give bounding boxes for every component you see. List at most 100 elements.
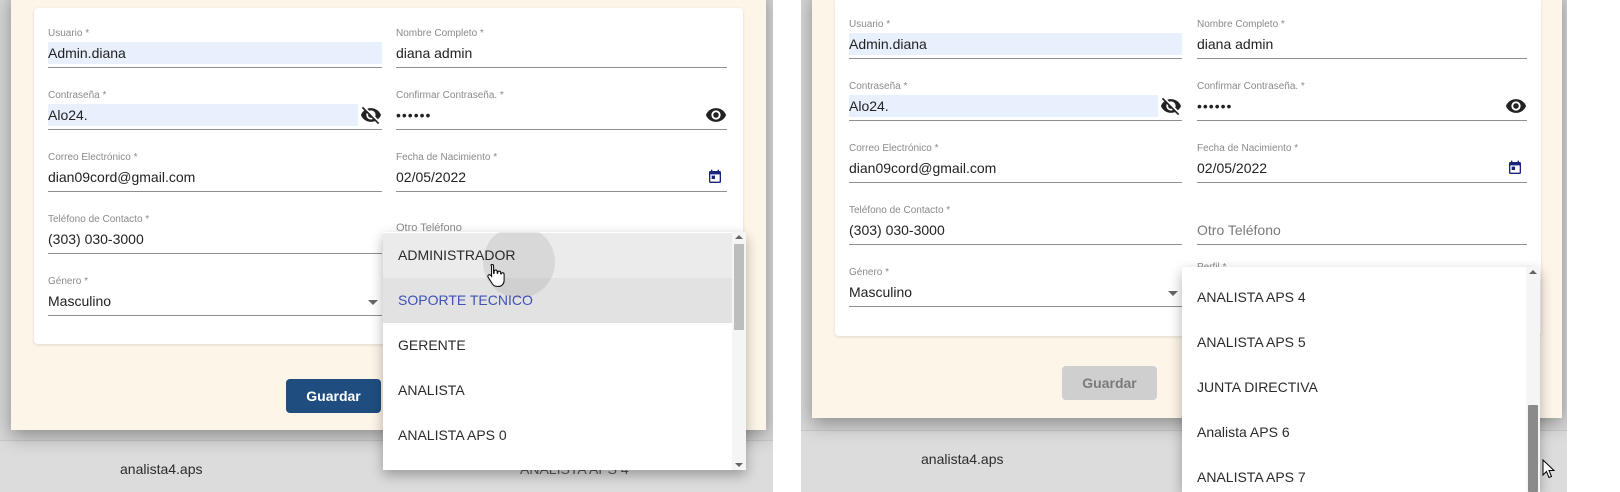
fecha-input[interactable]: 02/05/2022 [1197,157,1527,179]
menu-item-analista-aps-7[interactable]: ANALISTA APS 7 [1182,455,1526,492]
nombre-field[interactable]: Nombre Completo * diana admin [396,28,727,84]
fecha-label: Fecha de Nacimiento * [1197,143,1299,154]
field-underline [849,182,1182,183]
confirmar-input[interactable]: •••••• [1197,95,1503,117]
field-underline [849,244,1182,245]
telefono-input[interactable]: (303) 030-3000 [849,219,1182,241]
nombre-label: Nombre Completo * [1197,19,1285,30]
field-underline [849,306,1182,307]
menu-item-analista-aps-0[interactable]: ANALISTA APS 0 [383,413,732,458]
field-underline [48,191,382,192]
confirmar-field[interactable]: Confirmar Contraseña. * •••••• [396,90,727,146]
telefono-field[interactable]: Teléfono de Contacto * (303) 030-3000 [849,205,1182,261]
genero-label: Género * [849,267,890,278]
fecha-field[interactable]: Fecha de Nacimiento * 02/05/2022 [396,152,727,208]
scrollbar-thumb[interactable] [734,244,744,330]
field-underline [48,67,382,68]
menu-item-analista-aps-4[interactable]: ANALISTA APS 4 [1182,275,1526,320]
genero-field[interactable]: Género * Masculino [849,267,1182,323]
fecha-field[interactable]: Fecha de Nacimiento * 02/05/2022 [1197,143,1527,199]
contrasena-input[interactable]: Alo24. [48,104,358,126]
nombre-input[interactable]: diana admin [396,42,727,64]
confirmar-label: Confirmar Contraseña. * [1197,81,1305,92]
correo-input[interactable]: dian09cord@gmail.com [849,157,1182,179]
menu-item-analista-aps-6[interactable]: Analista APS 6 [1182,410,1526,455]
background-username-cell: analista4.aps [921,451,1004,467]
perfil-dropdown-menu: ADMINISTRADOR SOPORTE TECNICO GERENTE AN… [383,232,746,470]
scroll-down-icon[interactable] [735,463,743,467]
confirmar-field[interactable]: Confirmar Contraseña. * •••••• [1197,81,1527,137]
otro-telefono-input[interactable]: Otro Teléfono [1197,219,1527,241]
nombre-field[interactable]: Nombre Completo * diana admin [1197,19,1527,75]
scroll-up-icon[interactable] [1529,270,1537,274]
calendar-icon[interactable] [1507,160,1523,176]
guardar-button[interactable]: Guardar [1062,366,1157,400]
correo-label: Correo Electrónico * [849,143,939,154]
field-underline [396,191,727,192]
calendar-icon[interactable] [707,169,723,185]
usuario-input[interactable]: Admin.diana [849,33,1182,55]
correo-label: Correo Electrónico * [48,152,138,163]
genero-select[interactable]: Masculino [48,290,382,312]
correo-field[interactable]: Correo Electrónico * dian09cord@gmail.co… [48,152,382,208]
genero-field[interactable]: Género * Masculino [48,276,382,332]
scrollbar-thumb[interactable] [1528,405,1538,492]
correo-input[interactable]: dian09cord@gmail.com [48,166,382,188]
usuario-field[interactable]: Usuario * Admin.diana [849,19,1182,75]
arrow-cursor-icon [1542,459,1556,479]
chevron-down-icon[interactable] [368,300,378,305]
field-underline [849,58,1182,59]
menu-item-administrador[interactable]: ADMINISTRADOR [383,233,732,278]
visibility-off-icon[interactable] [360,104,382,126]
fecha-input[interactable]: 02/05/2022 [396,166,727,188]
otro-telefono-field[interactable]: Otro Teléfono [1197,205,1527,261]
field-underline [396,67,727,68]
field-underline [48,315,382,316]
telefono-input[interactable]: (303) 030-3000 [48,228,382,250]
fecha-label: Fecha de Nacimiento * [396,152,498,163]
correo-field[interactable]: Correo Electrónico * dian09cord@gmail.co… [849,143,1182,199]
genero-select[interactable]: Masculino [849,281,1182,303]
telefono-label: Teléfono de Contacto * [48,214,150,225]
menu-item-soporte-tecnico[interactable]: SOPORTE TECNICO [383,278,732,323]
usuario-input[interactable]: Admin.diana [48,42,382,64]
perfil-dropdown-menu: ANALISTA APS 4 ANALISTA APS 5 JUNTA DIRE… [1182,267,1540,492]
contrasena-label: Contraseña * [849,81,908,92]
visibility-icon[interactable] [1505,95,1527,117]
field-underline [48,129,382,130]
hand-cursor-icon [487,263,505,287]
nombre-label: Nombre Completo * [396,28,484,39]
telefono-label: Teléfono de Contacto * [849,205,951,216]
confirmar-input[interactable]: •••••• [396,104,703,126]
field-underline [1197,244,1527,245]
usuario-label: Usuario * [849,19,891,30]
menu-item-analista-aps-5[interactable]: ANALISTA APS 5 [1182,320,1526,365]
visibility-icon[interactable] [705,104,727,126]
panel-separator [773,0,801,492]
menu-item-analista[interactable]: ANALISTA [383,368,732,413]
field-underline [1197,120,1527,121]
guardar-button[interactable]: Guardar [286,379,381,413]
menu-item-junta-directiva[interactable]: JUNTA DIRECTIVA [1182,365,1526,410]
field-underline [849,120,1182,121]
usuario-field[interactable]: Usuario * Admin.diana [48,28,382,84]
field-underline [1197,58,1527,59]
genero-label: Género * [48,276,89,287]
menu-scrollbar[interactable] [732,232,746,470]
left-screenshot-panel: analista4.aps ANALISTA APS 4 Usuario * A… [0,0,773,492]
chevron-down-icon[interactable] [1168,291,1178,296]
contrasena-field[interactable]: Contraseña * Alo24. [48,90,382,146]
contrasena-field[interactable]: Contraseña * Alo24. [849,81,1182,137]
menu-item-gerente[interactable]: GERENTE [383,323,732,368]
contrasena-input[interactable]: Alo24. [849,95,1158,117]
telefono-field[interactable]: Teléfono de Contacto * (303) 030-3000 [48,214,382,270]
confirmar-label: Confirmar Contraseña. * [396,90,504,101]
menu-scrollbar[interactable] [1526,267,1540,492]
nombre-input[interactable]: diana admin [1197,33,1527,55]
contrasena-label: Contraseña * [48,90,107,101]
scroll-up-icon[interactable] [735,235,743,239]
field-underline [396,129,727,130]
usuario-label: Usuario * [48,28,90,39]
visibility-off-icon[interactable] [1160,95,1182,117]
field-underline [1197,182,1527,183]
